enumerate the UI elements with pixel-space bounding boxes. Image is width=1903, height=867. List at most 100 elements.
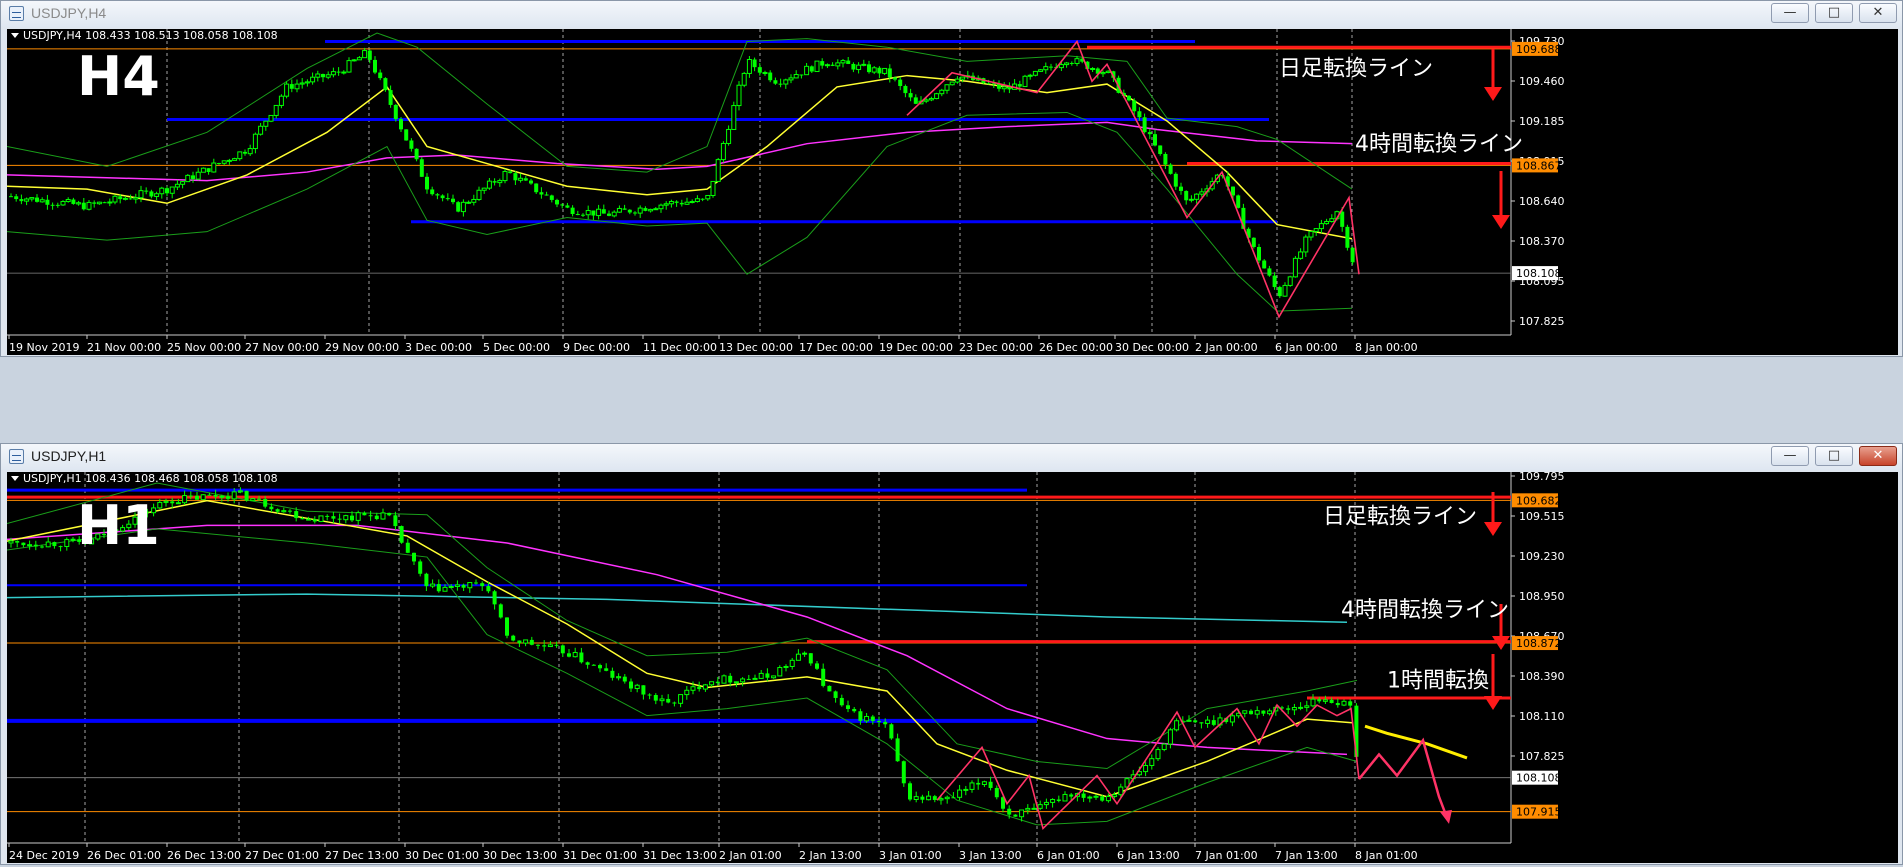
candle-bull xyxy=(981,781,987,786)
candle-bear xyxy=(591,210,596,216)
candle-bear xyxy=(325,515,330,517)
candle-bull xyxy=(960,76,966,80)
candle-bear xyxy=(331,516,336,519)
maximize-button[interactable]: □ xyxy=(1815,446,1853,466)
time-label: 29 Nov 00:00 xyxy=(325,341,399,354)
candle-bear xyxy=(445,198,450,200)
candle-bear xyxy=(14,196,19,200)
candle-bull xyxy=(1032,70,1038,76)
title-bar[interactable]: USDJPY,H1 — □ ✕ xyxy=(1,444,1902,470)
candle-bear xyxy=(610,670,615,678)
price-badge-text: 108.108 xyxy=(1516,772,1562,785)
candle-bear xyxy=(508,171,513,174)
time-label: 3 Jan 13:00 xyxy=(959,849,1022,862)
candle-bull xyxy=(1298,251,1304,259)
maximize-button[interactable]: □ xyxy=(1815,3,1853,23)
price-chart[interactable]: USDJPY,H4 108.433 108.513 108.058 108.10… xyxy=(6,29,1898,355)
candle-bull xyxy=(1329,218,1335,222)
candle-bull xyxy=(284,83,290,97)
candle-bull xyxy=(231,491,237,500)
close-button[interactable]: ✕ xyxy=(1859,446,1897,466)
candle-bull xyxy=(154,193,160,197)
candle-bear xyxy=(830,64,835,66)
price-badge-text: 108.872 xyxy=(1516,637,1562,650)
candle-bull xyxy=(232,158,238,161)
candle-bull xyxy=(802,652,808,655)
candle-bear xyxy=(986,83,991,85)
candle-bear xyxy=(191,175,195,180)
candle-bull xyxy=(733,681,739,684)
candle-bull xyxy=(1304,705,1310,708)
projected-arrow-head xyxy=(1440,809,1452,824)
candle-bull xyxy=(547,644,553,648)
candle-bull xyxy=(346,60,352,73)
candle-bull xyxy=(720,142,726,161)
candle-bull xyxy=(278,95,284,106)
candle-bear xyxy=(883,721,888,725)
candle-bear xyxy=(15,540,20,543)
time-label: 19 Nov 2019 xyxy=(9,341,79,354)
time-label: 23 Dec 00:00 xyxy=(959,341,1033,354)
time-label: 26 Dec 01:00 xyxy=(87,849,161,862)
candle-bear xyxy=(144,190,149,192)
annotation-label: 4時間転換ライン xyxy=(1355,132,1523,157)
minimize-button[interactable]: — xyxy=(1771,446,1809,466)
candle-bull xyxy=(1100,72,1106,75)
candle-bull xyxy=(486,180,492,189)
price-chart-area[interactable]: USDJPY,H1 108.436 108.468 108.058 108.10… xyxy=(6,470,1898,863)
candle-bear xyxy=(1257,246,1261,261)
time-label: 27 Dec 13:00 xyxy=(325,849,399,862)
candle-bear xyxy=(399,119,403,130)
price-chart[interactable]: USDJPY,H1 108.436 108.468 108.058 108.10… xyxy=(6,470,1898,863)
time-label: 31 Dec 01:00 xyxy=(563,849,637,862)
candle-bear xyxy=(362,512,367,516)
candle-bear xyxy=(350,515,354,521)
candle-bull xyxy=(180,181,186,185)
candle-bear xyxy=(601,209,606,214)
candle-bear xyxy=(404,129,409,141)
candle-bull xyxy=(856,64,862,71)
candle-bull xyxy=(310,76,316,83)
candle-bull xyxy=(24,198,30,202)
candle-bear xyxy=(895,738,900,762)
candle-bull xyxy=(1267,710,1273,715)
candle-bull xyxy=(758,672,764,679)
price-label: 109.515 xyxy=(1519,510,1565,523)
candle-bear xyxy=(1158,145,1163,154)
candle-bull xyxy=(355,512,361,521)
title-bar[interactable]: USDJPY,H4 — □ ✕ xyxy=(1,1,1902,27)
candle-bear xyxy=(700,198,705,200)
chart-window-h4[interactable]: USDJPY,H4 — □ ✕ USDJPY,H4 108.433 108.51… xyxy=(0,0,1903,357)
candle-bear xyxy=(821,668,826,686)
candle-bear xyxy=(544,194,549,196)
candle-bull xyxy=(299,82,305,85)
annotation-label: 4時間転換ライン xyxy=(1341,598,1509,623)
candle-bear xyxy=(337,518,342,520)
candle-bear xyxy=(542,645,547,647)
candle-bull xyxy=(788,77,794,81)
candle-bear xyxy=(207,494,212,496)
candle-bull xyxy=(341,71,347,74)
bollinger-lower xyxy=(6,111,1353,312)
candle-bull xyxy=(944,796,950,800)
candle-bear xyxy=(627,209,632,213)
candle-bear xyxy=(988,781,993,788)
close-button[interactable]: ✕ xyxy=(1859,3,1897,23)
candle-bull xyxy=(330,71,336,76)
candle-bull xyxy=(795,653,801,661)
candle-bear xyxy=(412,552,416,562)
candle-bull xyxy=(60,201,66,206)
candle-bear xyxy=(1168,164,1173,174)
candle-bull xyxy=(783,79,789,85)
candle-bear xyxy=(405,542,410,553)
candle-bear xyxy=(799,74,804,76)
candle-bull xyxy=(789,659,795,667)
price-chart-area[interactable]: USDJPY,H4 108.433 108.513 108.058 108.10… xyxy=(6,29,1898,355)
time-label: 30 Dec 00:00 xyxy=(1115,341,1189,354)
candle-bear xyxy=(1317,699,1322,702)
candle-bear xyxy=(1184,190,1189,201)
chart-window-h1[interactable]: USDJPY,H1 — □ ✕ USDJPY,H1 108.436 108.46… xyxy=(0,443,1903,865)
candle-bear xyxy=(1013,814,1018,817)
time-label: 27 Nov 00:00 xyxy=(245,341,319,354)
minimize-button[interactable]: — xyxy=(1771,3,1809,23)
